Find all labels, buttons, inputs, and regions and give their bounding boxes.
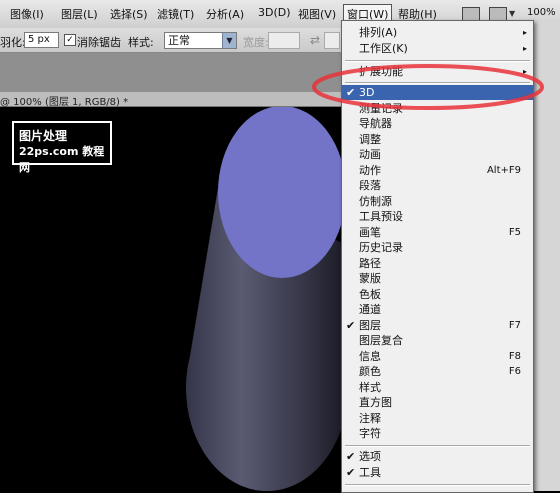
menu-separator: [345, 445, 530, 447]
watermark-line1: 图片处理: [19, 129, 68, 143]
menu-item-color[interactable]: 颜色 F6: [342, 364, 533, 379]
screen-mode-icon[interactable]: [462, 7, 480, 21]
antialias-checkbox[interactable]: ✓: [64, 34, 76, 46]
menu-item-masks[interactable]: 蒙版: [342, 271, 533, 286]
menu-item-brushes[interactable]: 画笔 F5: [342, 225, 533, 240]
menu-item-extensions[interactable]: 扩展功能 ▸: [342, 64, 533, 79]
chevron-right-icon: ▸: [522, 67, 527, 76]
menu-item-navigator[interactable]: 导航器: [342, 116, 533, 131]
menu-item-styles[interactable]: 样式: [342, 380, 533, 395]
menu-analysis[interactable]: 分析(A): [206, 6, 244, 22]
menu-separator: [345, 484, 530, 486]
menu-item-actions[interactable]: 动作 Alt+F9: [342, 163, 533, 178]
chevron-down-icon[interactable]: ▼: [509, 9, 515, 18]
style-label: 样式:: [128, 36, 154, 49]
menu-item-notes[interactable]: 注释: [342, 411, 533, 426]
menu-item-adjustments[interactable]: 调整: [342, 132, 533, 147]
check-icon: ✔: [346, 319, 356, 332]
menu-3d[interactable]: 3D(D): [258, 6, 291, 19]
swap-icon: ⇄: [310, 33, 321, 47]
menu-layer[interactable]: 图层(L): [61, 6, 98, 22]
check-icon: ✔: [346, 450, 356, 463]
chevron-right-icon: ▸: [522, 44, 527, 53]
menu-item-paths[interactable]: 路径: [342, 256, 533, 271]
menu-item-3d[interactable]: ✔ 3D: [342, 85, 533, 100]
menu-item-info[interactable]: 信息 F8: [342, 349, 533, 364]
arrange-documents-icon[interactable]: [489, 7, 507, 21]
menu-item-options[interactable]: ✔ 选项: [342, 449, 533, 464]
document-title: @ 100% (图层 1, RGB/8) *: [0, 97, 129, 108]
menu-item-channels[interactable]: 通道: [342, 302, 533, 317]
cylinder-top: [218, 107, 346, 278]
menu-image[interactable]: 图像(I): [10, 6, 44, 22]
menu-item-histogram[interactable]: 直方图: [342, 395, 533, 410]
menu-item-tool-presets[interactable]: 工具预设: [342, 209, 533, 224]
chevron-down-icon: ▼: [222, 33, 236, 48]
menu-item-measurement-log[interactable]: 测量记录: [342, 101, 533, 116]
menu-item-arrange[interactable]: 排列(A) ▸: [342, 25, 533, 40]
width-label: 宽度:: [243, 36, 269, 49]
zoom-level[interactable]: 100%: [527, 7, 556, 18]
check-icon: ✔: [346, 466, 356, 479]
menu-item-history[interactable]: 历史记录: [342, 240, 533, 255]
menu-item-paragraph[interactable]: 段落: [342, 178, 533, 193]
menu-separator: [345, 82, 530, 84]
menu-item-character[interactable]: 字符: [342, 426, 533, 441]
menu-item-workspace[interactable]: 工作区(K) ▸: [342, 41, 533, 56]
watermark-logo: 图片处理 22ps.com 教程网: [12, 121, 112, 174]
menu-filter[interactable]: 滤镜(T): [157, 6, 194, 22]
menu-separator: [345, 60, 530, 62]
menu-item-clone-source[interactable]: 仿制源: [342, 194, 533, 209]
menu-item-layers[interactable]: ✔ 图层 F7: [342, 318, 533, 333]
width-input: [268, 32, 300, 49]
style-select-value: 正常: [168, 34, 190, 47]
antialias-label: 消除锯齿: [77, 36, 121, 49]
check-icon: ✔: [346, 86, 356, 99]
feather-label: 羽化:: [0, 36, 26, 49]
menu-view[interactable]: 视图(V): [298, 6, 336, 22]
menu-item-tools[interactable]: ✔ 工具: [342, 465, 533, 480]
feather-input[interactable]: 5 px: [24, 32, 59, 48]
watermark-line2: 22ps.com 教程网: [19, 145, 105, 174]
menu-item-animation[interactable]: 动画: [342, 147, 533, 162]
menu-item-swatches[interactable]: 色板: [342, 287, 533, 302]
chevron-right-icon: ▸: [522, 28, 527, 37]
window-menu-dropdown: 排列(A) ▸ 工作区(K) ▸ 扩展功能 ▸ ✔ 3D 测量记录 导航器 调整 动画 …: [341, 20, 534, 493]
style-select[interactable]: 正常 ▼: [164, 32, 237, 49]
menu-item-layer-comps[interactable]: 图层复合: [342, 333, 533, 348]
height-input: [324, 32, 340, 49]
panel-scrollbar[interactable]: [531, 20, 560, 491]
menu-select[interactable]: 选择(S): [110, 6, 148, 22]
